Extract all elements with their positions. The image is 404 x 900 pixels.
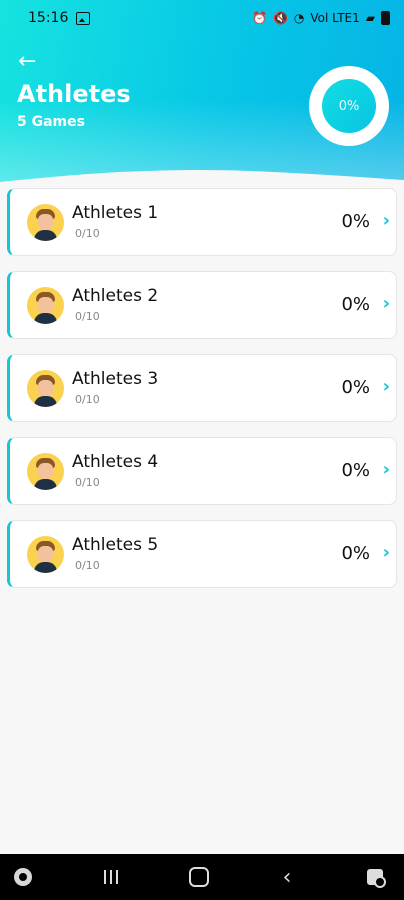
back-arrow-icon[interactable]: ← (18, 51, 40, 73)
assistant-icon[interactable] (364, 866, 386, 888)
athlete-avatar (27, 453, 64, 490)
chevron-right-icon: › (382, 459, 390, 480)
avatar-shirt (34, 396, 57, 407)
status-left: 15:16 (28, 10, 91, 26)
system-nav-bar: ‹ (0, 854, 404, 900)
avatar-shirt (34, 230, 57, 241)
status-bar: 15:16 ⏰ 🔇 ◔ Vol LTE1 ▰ (0, 0, 404, 36)
home-button-shape (189, 867, 209, 887)
chevron-right-icon: › (382, 210, 390, 231)
alarm-icon: ⏰ (252, 11, 267, 25)
chevron-right-icon: › (382, 293, 390, 314)
athlete-name: Athletes 4 (72, 452, 159, 472)
chevron-right-icon: › (382, 542, 390, 563)
athlete-count: 0/10 (75, 310, 100, 323)
athlete-name: Athletes 1 (72, 203, 159, 223)
avatar-face (38, 463, 53, 479)
athlete-count: 0/10 (75, 559, 100, 572)
athlete-name: Athletes 3 (72, 369, 159, 389)
battery-icon (381, 11, 390, 25)
page-title: Athletes (17, 80, 131, 108)
gamepad-icon[interactable] (12, 866, 34, 888)
gamepad-icon-shape (14, 868, 32, 886)
avatar-face (38, 546, 53, 562)
athlete-avatar (27, 204, 64, 241)
athlete-avatar (27, 287, 64, 324)
avatar-shirt (34, 562, 57, 573)
page-subtitle: 5 Games (17, 114, 85, 130)
athlete-card-1[interactable]: Athletes 1 0/10 0% › (7, 188, 397, 256)
athlete-card-3[interactable]: Athletes 3 0/10 0% › (7, 354, 397, 422)
athlete-avatar (27, 536, 64, 573)
home-icon[interactable] (188, 866, 210, 888)
athlete-name: Athletes 5 (72, 535, 159, 555)
athlete-percent: 0% (341, 543, 370, 564)
avatar-face (38, 214, 53, 230)
athlete-count: 0/10 (75, 393, 100, 406)
athlete-count: 0/10 (75, 227, 100, 240)
mute-icon: 🔇 (272, 11, 288, 25)
athlete-percent: 0% (341, 294, 370, 315)
gallery-notification-icon (76, 11, 91, 25)
athlete-name: Athletes 2 (72, 286, 159, 306)
overall-progress-ring: 0% (309, 66, 389, 146)
recent-apps-icon[interactable] (100, 866, 122, 888)
athlete-card-4[interactable]: Athletes 4 0/10 0% › (7, 437, 397, 505)
athlete-percent: 0% (341, 211, 370, 232)
avatar-shirt (34, 313, 57, 324)
avatar-face (38, 297, 53, 313)
status-time: 15:16 (28, 10, 69, 26)
athletes-list: Athletes 1 0/10 0% › Athletes 2 0/10 0% … (7, 188, 397, 603)
overall-progress-value: 0% (322, 79, 376, 133)
athlete-card-5[interactable]: Athletes 5 0/10 0% › (7, 520, 397, 588)
athlete-percent: 0% (341, 460, 370, 481)
athlete-percent: 0% (341, 377, 370, 398)
wifi-icon: ◔ (293, 11, 305, 25)
back-icon[interactable]: ‹ (276, 865, 298, 890)
network-label: Vol LTE1 (310, 11, 360, 25)
recent-apps-bars (102, 870, 120, 884)
assistant-icon-shape (367, 869, 386, 888)
athlete-count: 0/10 (75, 476, 100, 489)
athlete-avatar (27, 370, 64, 407)
signal-icon: ▰ (365, 11, 375, 25)
athlete-card-2[interactable]: Athletes 2 0/10 0% › (7, 271, 397, 339)
chevron-right-icon: › (382, 376, 390, 397)
avatar-face (38, 380, 53, 396)
status-right: ⏰ 🔇 ◔ Vol LTE1 ▰ (252, 11, 390, 25)
avatar-shirt (34, 479, 57, 490)
